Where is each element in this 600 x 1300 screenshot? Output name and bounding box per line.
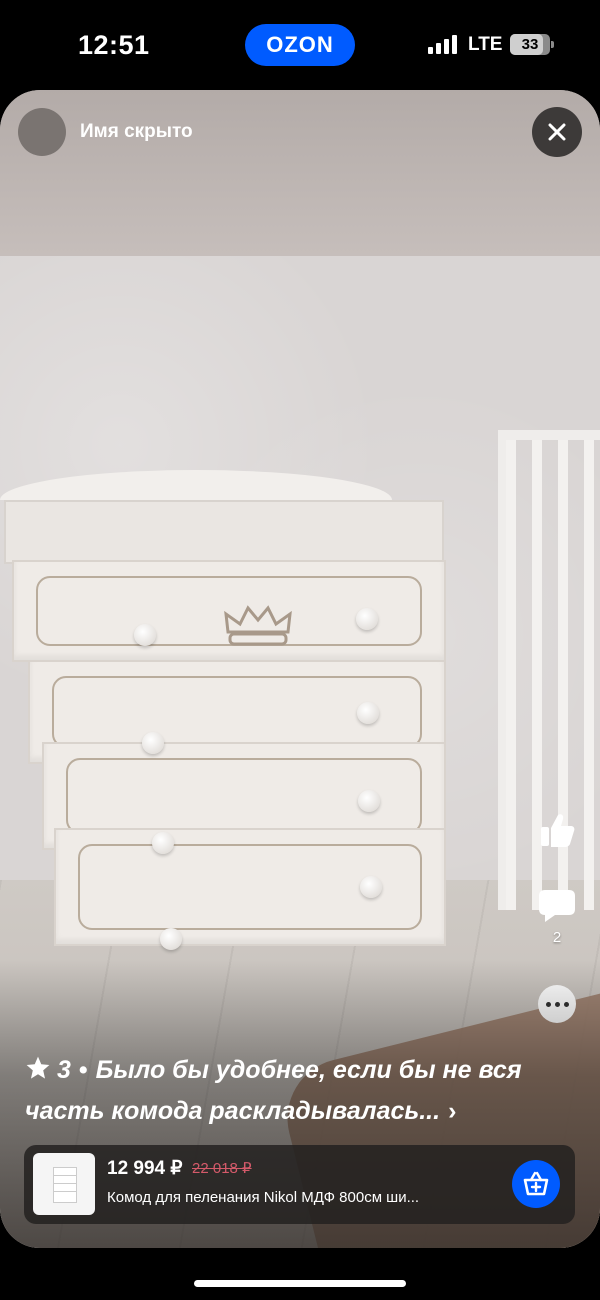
review-text-block[interactable]: 3 • Было бы удобнее, если бы не вся часть …: [25, 1050, 585, 1132]
star-icon: [26, 1056, 50, 1079]
network-type: LTE: [468, 34, 503, 55]
avatar: [18, 108, 66, 156]
status-time: 12:51: [78, 30, 150, 60]
comments-button[interactable]: 2: [533, 887, 581, 946]
author-name: Имя скрыто: [80, 121, 193, 142]
product-thumbnail: [33, 1153, 95, 1215]
product-old-price: 22 018 ₽: [192, 1160, 252, 1177]
comments-count: 2: [552, 929, 562, 946]
product-name: Комод для пеленания Nikol МДФ 800см ши..…: [107, 1189, 420, 1206]
battery-icon: 33: [510, 34, 554, 55]
signal-icon: [428, 34, 458, 54]
home-indicator[interactable]: [194, 1280, 406, 1287]
product-card[interactable]: 12 994 ₽ 22 018 ₽ Комод для пеленания Ni…: [24, 1145, 575, 1224]
product-price: 12 994 ₽: [107, 1158, 183, 1179]
crown-decoration: [224, 605, 292, 646]
close-icon: [548, 123, 566, 141]
add-to-cart-icon: [523, 1171, 549, 1196]
separator-dot: •: [78, 1056, 88, 1084]
add-to-cart-button[interactable]: [512, 1160, 560, 1208]
review-card[interactable]: Имя скрыто 2 3 • Было бы удобнее, если бы …: [0, 90, 600, 1248]
close-button[interactable]: [532, 107, 582, 157]
chevron-right-icon: ›: [448, 1097, 457, 1125]
review-rating: 3: [57, 1056, 71, 1084]
comment-icon: [539, 890, 575, 922]
battery-level: 33: [521, 36, 539, 53]
like-button[interactable]: [533, 810, 581, 850]
thumbs-up-icon: [541, 814, 575, 847]
status-bar: 12:51 OZON LTE 33: [0, 0, 600, 90]
app-logo: OZON: [245, 24, 355, 66]
